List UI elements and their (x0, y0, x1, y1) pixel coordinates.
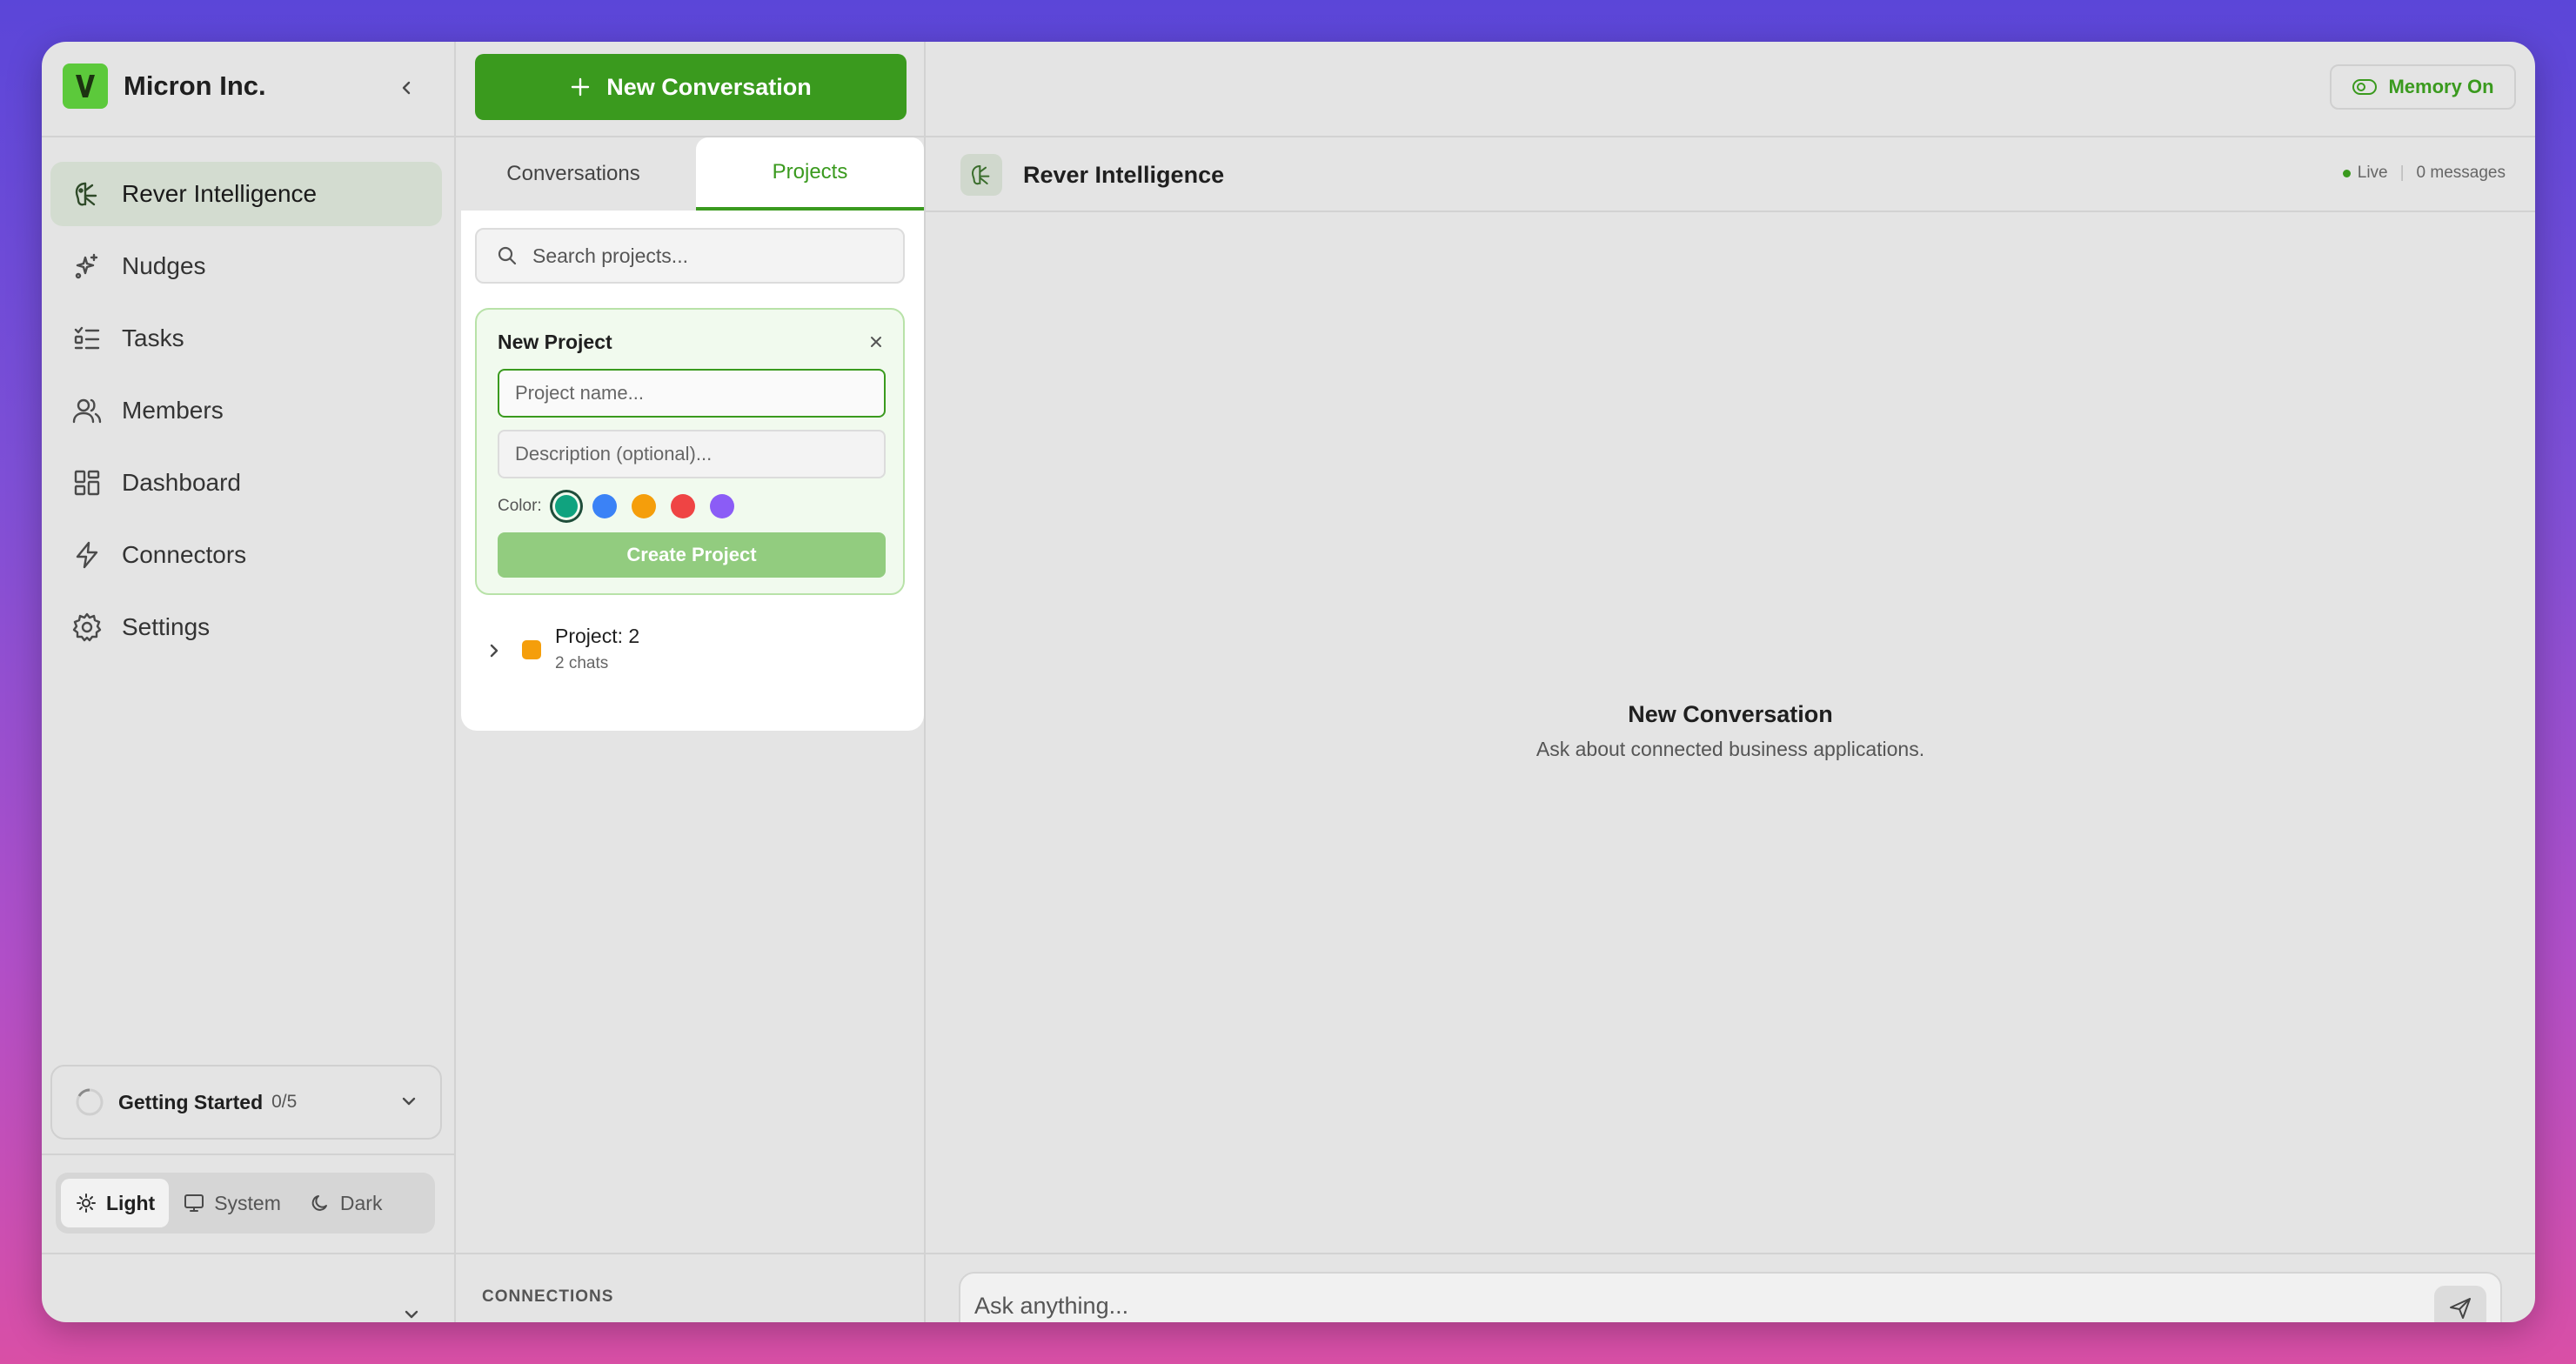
sidebar-item-nudges[interactable]: Nudges (50, 234, 442, 298)
panel-tabs: Conversations Projects (456, 137, 926, 211)
micron-logo-icon (63, 64, 108, 109)
chat-status: Live | 0 messages (2342, 164, 2506, 183)
chevron-down-icon[interactable] (402, 1308, 421, 1322)
brand[interactable]: Micron Inc. (63, 63, 266, 110)
project-name-input[interactable] (498, 369, 886, 418)
sidebar-item-label: Settings (122, 613, 211, 640)
sidebar-item-rever-intelligence[interactable]: Rever Intelligence (50, 162, 442, 226)
sidebar-item-label: Members (122, 397, 224, 424)
new-conversation-button[interactable]: New Conversation (475, 54, 907, 120)
sidebar-item-label: Tasks (122, 324, 184, 351)
sidebar-item-members[interactable]: Members (50, 378, 442, 443)
tab-conversations[interactable]: Conversations (456, 137, 691, 211)
memory-label: Memory On (2388, 76, 2494, 97)
checklist-icon (70, 321, 104, 356)
send-button[interactable] (2434, 1286, 2486, 1322)
search-projects[interactable] (475, 228, 905, 284)
empty-state-title: New Conversation (1628, 701, 1833, 727)
color-swatch-red[interactable] (670, 494, 695, 518)
color-swatch-orange[interactable] (631, 494, 656, 518)
divider (926, 211, 2535, 212)
search-input[interactable] (532, 244, 880, 268)
connections-heading: CONNECTIONS (482, 1287, 614, 1306)
new-project-title: New Project (498, 331, 612, 353)
conversations-panel: New Conversation Conversations Projects … (456, 42, 926, 1322)
zap-icon (70, 538, 104, 572)
sidebar: Micron Inc. Rever Intelligence Nudges Ta… (42, 42, 456, 1322)
send-icon (2450, 1298, 2471, 1319)
close-icon[interactable] (868, 334, 884, 350)
theme-system-label: System (214, 1191, 281, 1214)
divider (926, 1253, 2535, 1254)
eye-icon (2352, 79, 2378, 95)
sidebar-item-dashboard[interactable]: Dashboard (50, 451, 442, 515)
project-description-input[interactable] (498, 430, 886, 478)
project-list-item[interactable]: Project: 2 2 chats (475, 625, 905, 685)
divider (42, 1153, 456, 1155)
empty-state-subtitle: Ask about connected business application… (1536, 738, 1925, 760)
sidebar-item-settings[interactable]: Settings (50, 595, 442, 659)
tab-projects[interactable]: Projects (696, 137, 924, 211)
sidebar-item-label: Connectors (122, 541, 247, 568)
message-input[interactable] (974, 1293, 2366, 1320)
theme-system-button[interactable]: System (169, 1179, 295, 1227)
getting-started-count: 0/5 (271, 1092, 298, 1112)
collapse-sidebar-button[interactable] (393, 75, 419, 101)
message-composer (959, 1272, 2502, 1322)
app-window: Micron Inc. Rever Intelligence Nudges Ta… (42, 42, 2535, 1322)
theme-dark-label: Dark (339, 1191, 383, 1214)
divider (456, 1253, 926, 1254)
brand-name: Micron Inc. (124, 70, 266, 101)
divider (42, 136, 456, 137)
brain-icon (70, 177, 104, 211)
color-label: Color: (498, 497, 542, 515)
sidebar-item-connectors[interactable]: Connectors (50, 523, 442, 587)
project-chat-count: 2 chats (555, 654, 609, 672)
sidebar-item-label: Rever Intelligence (122, 180, 318, 207)
chevron-right-icon[interactable] (487, 642, 501, 659)
chevron-down-icon (398, 1091, 419, 1112)
new-project-form: New Project Color: Create Project (475, 308, 905, 595)
message-count: 0 messages (2416, 164, 2506, 182)
sidebar-item-tasks[interactable]: Tasks (50, 306, 442, 371)
theme-dark-button[interactable]: Dark (295, 1179, 397, 1227)
live-indicator (2342, 169, 2351, 177)
color-picker: Color: (498, 494, 749, 518)
create-project-button[interactable]: Create Project (498, 532, 886, 578)
search-icon (498, 246, 517, 265)
project-name: Project: 2 (555, 625, 640, 647)
memory-toggle-button[interactable]: Memory On (2330, 64, 2516, 110)
separator: | (2399, 164, 2405, 182)
sparkles-icon (70, 249, 104, 284)
divider (42, 1253, 456, 1254)
projects-panel: New Project Color: Create Project (461, 211, 924, 731)
chat-title: Rever Intelligence (1023, 161, 1225, 188)
monitor-icon (184, 1194, 204, 1212)
sidebar-nav: Rever Intelligence Nudges Tasks Members (50, 162, 442, 667)
users-icon (70, 393, 104, 428)
sidebar-item-label: Dashboard (122, 469, 241, 496)
gear-icon (70, 610, 104, 645)
dashboard-icon (70, 465, 104, 500)
theme-light-button[interactable]: Light (61, 1179, 170, 1227)
color-swatch-green[interactable] (554, 495, 578, 518)
sun-icon (77, 1194, 96, 1213)
getting-started-panel[interactable]: Getting Started 0/5 (50, 1065, 442, 1140)
new-conversation-label: New Conversation (606, 73, 812, 100)
chat-header: Rever Intelligence (960, 153, 1224, 197)
getting-started-title: Getting Started (118, 1090, 264, 1113)
plus-icon (572, 77, 590, 97)
color-swatch-blue[interactable] (592, 494, 617, 518)
divider (926, 136, 2535, 137)
chat-area: Memory On Rever Intelligence Live | 0 me… (926, 42, 2535, 1322)
color-swatch-purple[interactable] (709, 494, 734, 518)
live-label: Live (2357, 164, 2388, 182)
project-color-dot (522, 640, 541, 659)
sidebar-item-label: Nudges (122, 252, 206, 279)
brain-icon (960, 154, 1002, 196)
theme-toggle: Light System Dark (56, 1173, 435, 1234)
moon-icon (311, 1195, 327, 1211)
progress-ring-icon (76, 1088, 104, 1116)
theme-light-label: Light (106, 1191, 156, 1214)
